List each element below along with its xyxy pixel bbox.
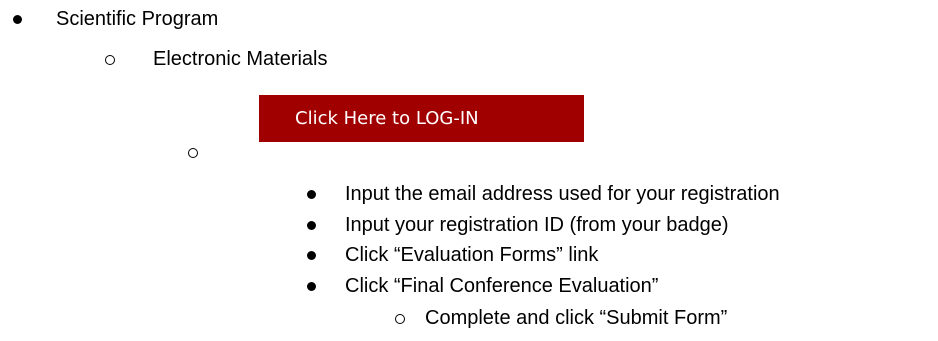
step-input-registration-id: Input your registration ID (from your ba…: [345, 214, 729, 236]
bullet-icon: [13, 15, 22, 24]
circle-bullet-icon: [105, 55, 115, 65]
bullet-icon: [307, 282, 316, 291]
bullet-icon: [307, 190, 316, 199]
login-button[interactable]: Click Here to LOG-IN: [259, 95, 584, 142]
substep-complete-submit: Complete and click “Submit Form”: [425, 307, 728, 329]
bullet-icon: [307, 251, 316, 260]
step-click-final-conference-evaluation: Click “Final Conference Evaluation”: [345, 275, 659, 297]
step-click-evaluation-forms: Click “Evaluation Forms” link: [345, 244, 599, 266]
list-item-electronic-materials: Electronic Materials: [153, 48, 328, 70]
list-item-scientific-program: Scientific Program: [56, 8, 219, 30]
circle-bullet-icon: [188, 148, 198, 158]
step-input-email: Input the email address used for your re…: [345, 183, 780, 205]
bullet-icon: [307, 221, 316, 230]
circle-bullet-icon: [395, 314, 405, 324]
